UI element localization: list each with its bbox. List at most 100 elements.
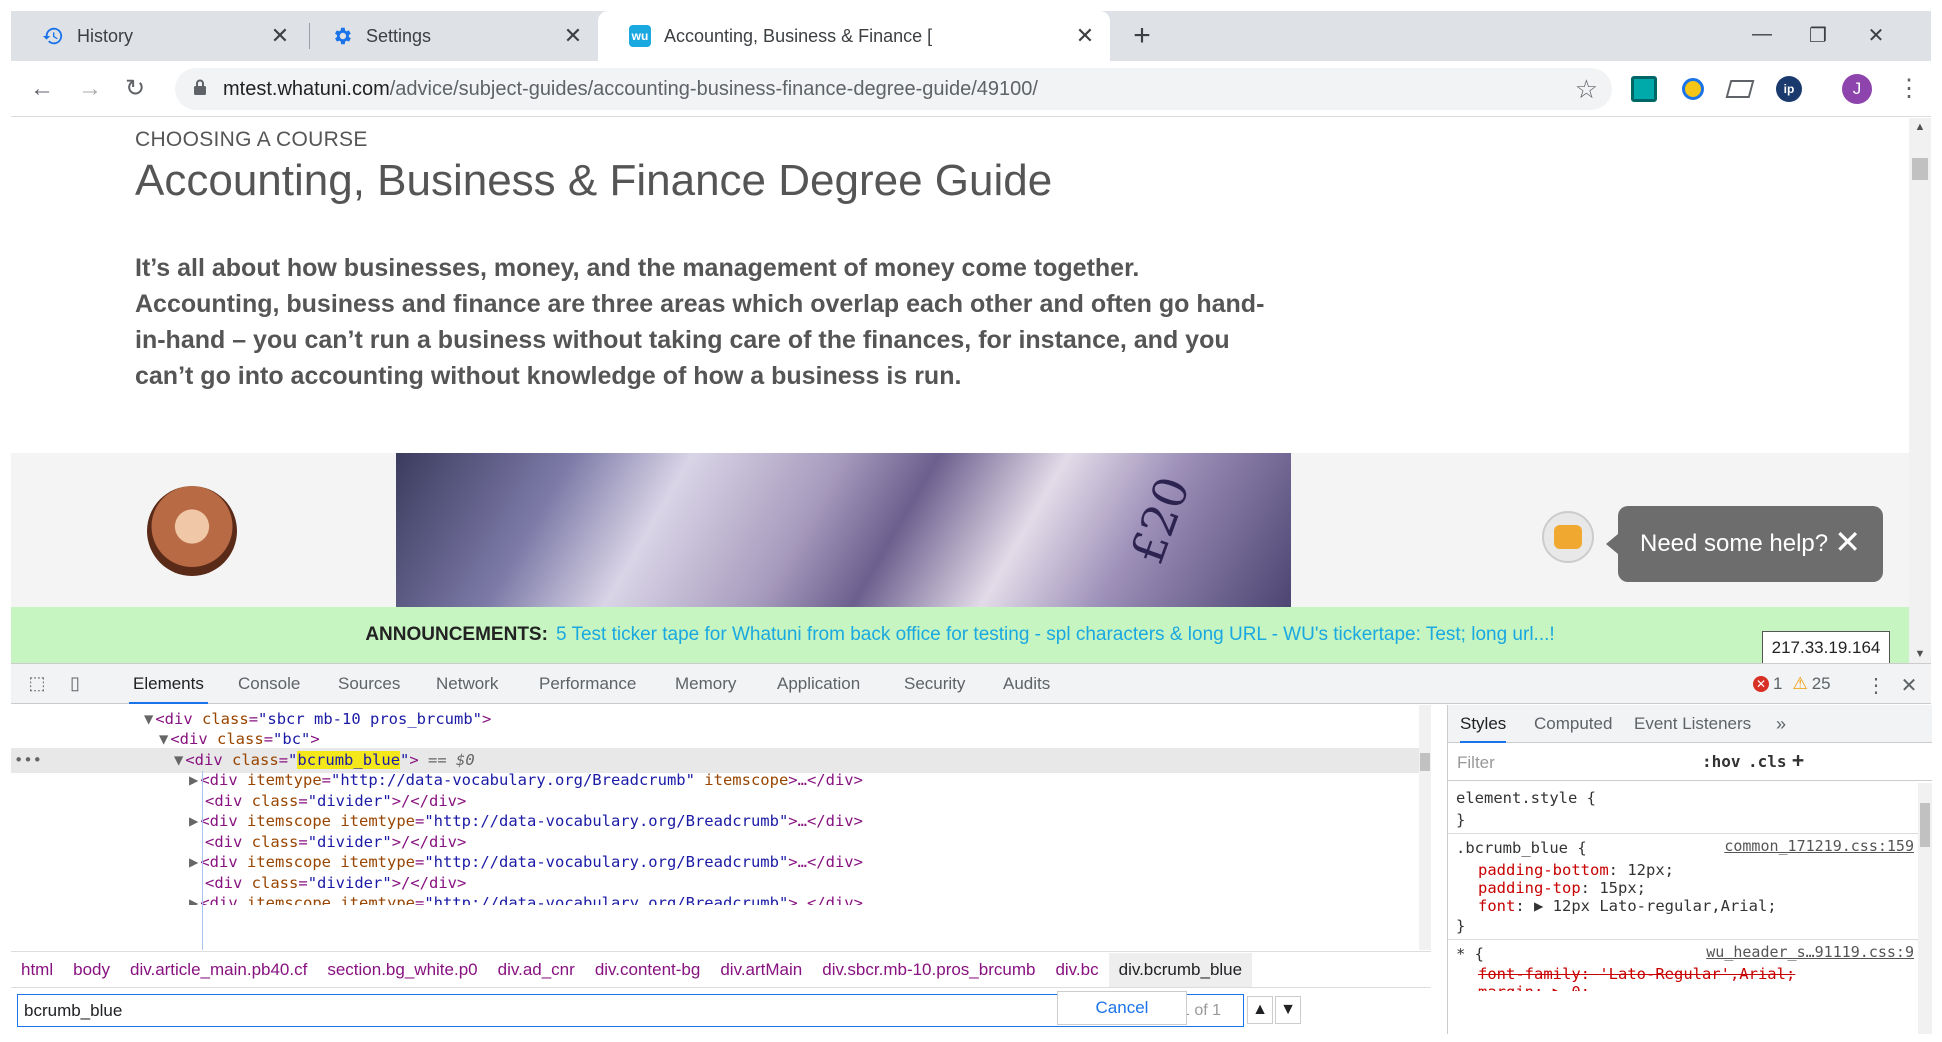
styles-rules[interactable]: element.style { } .bcrumb_blue { common_… <box>1448 783 1918 1034</box>
tab-history[interactable]: History ✕ <box>11 11 305 61</box>
more-options-icon[interactable]: ⋮ <box>1897 73 1921 105</box>
tab-console[interactable]: Console <box>234 664 304 704</box>
breadcrumb-sbcr[interactable]: div.sbcr.mb-10.pros_brcumb <box>812 953 1045 987</box>
tab-security[interactable]: Security <box>900 664 969 704</box>
address-bar[interactable]: mtest.whatuni.com/advice/subject-guides/… <box>175 68 1612 110</box>
url-text: mtest.whatuni.com/advice/subject-guides/… <box>223 78 1038 101</box>
tab-accounting-guide[interactable]: wu Accounting, Business & Finance [ ✕ <box>598 11 1110 61</box>
browser-toolbar: ← → ↻ mtest.whatuni.com/advice/subject-g… <box>11 61 1931 117</box>
inspect-element-icon[interactable]: ⬚ <box>25 673 49 695</box>
forward-icon[interactable]: → <box>74 73 106 105</box>
back-icon[interactable]: ← <box>26 73 58 105</box>
tab-performance[interactable]: Performance <box>535 664 640 704</box>
devtools-panel: ⬚ ▯ Elements Console Sources Network Per… <box>11 663 1932 1034</box>
scroll-down-icon[interactable]: ▼ <box>1909 645 1931 663</box>
breadcrumb-article-main[interactable]: div.article_main.pb40.cf <box>120 953 317 987</box>
reload-icon[interactable]: ↻ <box>119 73 151 105</box>
styles-scrollbar[interactable] <box>1918 783 1932 1034</box>
dom-scrollbar[interactable] <box>1419 705 1431 950</box>
find-next-icon[interactable]: ▼ <box>1275 996 1301 1024</box>
close-icon[interactable]: ✕ <box>267 23 293 49</box>
cls-toggle[interactable]: .cls <box>1748 752 1787 771</box>
error-icon: ✕ <box>1753 676 1769 692</box>
breadcrumb-bc[interactable]: div.bc <box>1045 953 1108 987</box>
breadcrumb-body[interactable]: body <box>63 953 120 987</box>
history-icon <box>41 24 65 48</box>
devtools-close-icon[interactable]: ✕ <box>1897 673 1921 697</box>
breadcrumb-content-bg[interactable]: div.content-bg <box>585 953 711 987</box>
profile-avatar[interactable]: J <box>1842 74 1872 104</box>
window-close-icon[interactable]: ✕ <box>1861 23 1891 49</box>
tab-network[interactable]: Network <box>432 664 502 704</box>
tab-title: Accounting, Business & Finance [ <box>664 25 933 46</box>
page-title: Accounting, Business & Finance Degree Gu… <box>135 156 1053 205</box>
dom-node[interactable]: ▶ <div itemscope itemtype="http://data-vo… <box>11 891 1421 905</box>
author-avatar[interactable] <box>147 486 237 576</box>
find-match-count: 1 of 1 <box>1181 1002 1222 1019</box>
css-declaration[interactable]: font: ▶ 12px Lato-regular,Arial; <box>1456 895 1777 917</box>
issue-counts[interactable]: ✕ 1 ⚠ 25 <box>1753 674 1831 694</box>
find-bar: bcrumb_blue 1 of 1 ▲ ▼ <box>11 987 1431 1034</box>
breadcrumb-bcrumb-blue[interactable]: div.bcrumb_blue <box>1108 952 1253 987</box>
announcement-link[interactable]: 5 Test ticker tape for Whatuni from back… <box>556 624 1555 646</box>
search-highlight: bcrumb_blue <box>297 751 401 769</box>
devtools-menu-icon[interactable]: ⋮ <box>1864 673 1888 697</box>
close-icon[interactable]: ✕ <box>560 23 586 49</box>
lock-icon <box>193 78 209 101</box>
hov-toggle[interactable]: :hov <box>1702 752 1741 771</box>
extension-icon[interactable] <box>1679 75 1707 103</box>
extension-icon[interactable] <box>1630 75 1658 103</box>
breadcrumb-section[interactable]: section.bg_white.p0 <box>317 953 487 987</box>
chatbot-icon[interactable] <box>1542 511 1594 563</box>
rule-selector: .bcrumb_blue { <box>1456 839 1587 857</box>
extension-icon[interactable] <box>1725 75 1755 103</box>
scrollbar-thumb[interactable] <box>1920 803 1930 847</box>
element-style-selector: element.style { <box>1456 789 1596 807</box>
tab-sources[interactable]: Sources <box>334 664 404 704</box>
close-icon[interactable]: ✕ <box>1072 23 1098 49</box>
minimize-icon[interactable]: — <box>1747 23 1777 49</box>
rule-selector: * { <box>1456 945 1484 963</box>
bookmark-star-icon[interactable]: ☆ <box>1575 74 1598 105</box>
url-host: mtest.whatuni.com <box>223 77 390 100</box>
tab-computed[interactable]: Computed <box>1534 705 1612 743</box>
tab-memory[interactable]: Memory <box>671 664 740 704</box>
announcement-label: ANNOUNCEMENTS: <box>365 624 548 645</box>
styles-filter-input[interactable]: Filter <box>1457 753 1495 773</box>
tab-application[interactable]: Application <box>773 664 864 704</box>
find-cancel-button[interactable]: Cancel <box>1057 991 1187 1025</box>
warning-icon: ⚠ <box>1792 674 1808 693</box>
help-bubble[interactable]: Need some help? ✕ <box>1606 506 1883 582</box>
page-scrollbar[interactable]: ▲ ▼ <box>1909 118 1931 663</box>
breadcrumb-html[interactable]: html <box>11 953 63 987</box>
devtools-tabbar: ⬚ ▯ Elements Console Sources Network Per… <box>11 664 1931 704</box>
dom-tree[interactable]: ▼ <div class="sbcr mb-10 pros_brcumb"> ▼ <… <box>11 705 1431 950</box>
tab-styles[interactable]: Styles <box>1460 705 1507 743</box>
ip-address-badge: 217.33.19.164 <box>1762 631 1890 665</box>
rule-source-link[interactable]: common_171219.css:159 <box>1724 837 1914 855</box>
close-icon[interactable]: ✕ <box>1834 526 1861 558</box>
styles-filter-bar: Filter :hov .cls + <box>1448 743 1932 781</box>
breadcrumb-ad-cnr[interactable]: div.ad_cnr <box>488 953 585 987</box>
rule-source-link[interactable]: wu_header_s…91119.css:9 <box>1706 943 1914 961</box>
device-toolbar-icon[interactable]: ▯ <box>63 673 87 695</box>
extension-icon[interactable]: ip <box>1775 75 1803 103</box>
add-rule-icon[interactable]: + <box>1792 748 1804 772</box>
more-tabs-icon[interactable]: » <box>1776 705 1786 743</box>
breadcrumb-art-main[interactable]: div.artMain <box>710 953 812 987</box>
tab-audits[interactable]: Audits <box>999 664 1054 704</box>
warning-count: 25 <box>1811 674 1831 693</box>
scrollbar-thumb[interactable] <box>1912 158 1928 180</box>
tab-event-listeners[interactable]: Event Listeners <box>1634 705 1751 743</box>
rule-divider <box>1448 939 1918 940</box>
scroll-up-icon[interactable]: ▲ <box>1909 118 1931 136</box>
restore-icon[interactable]: ❐ <box>1803 23 1833 49</box>
tab-elements[interactable]: Elements <box>129 664 208 704</box>
find-previous-icon[interactable]: ▲ <box>1247 996 1273 1024</box>
tab-settings[interactable]: Settings ✕ <box>300 11 598 61</box>
styles-pane: Styles Computed Event Listeners » Filter… <box>1447 705 1932 1034</box>
new-tab-button[interactable]: + <box>1128 21 1156 51</box>
scrollbar-thumb[interactable] <box>1420 753 1430 771</box>
tab-title: Settings <box>366 25 432 46</box>
css-declaration[interactable]: margin: ▶ 0; <box>1456 981 1590 991</box>
